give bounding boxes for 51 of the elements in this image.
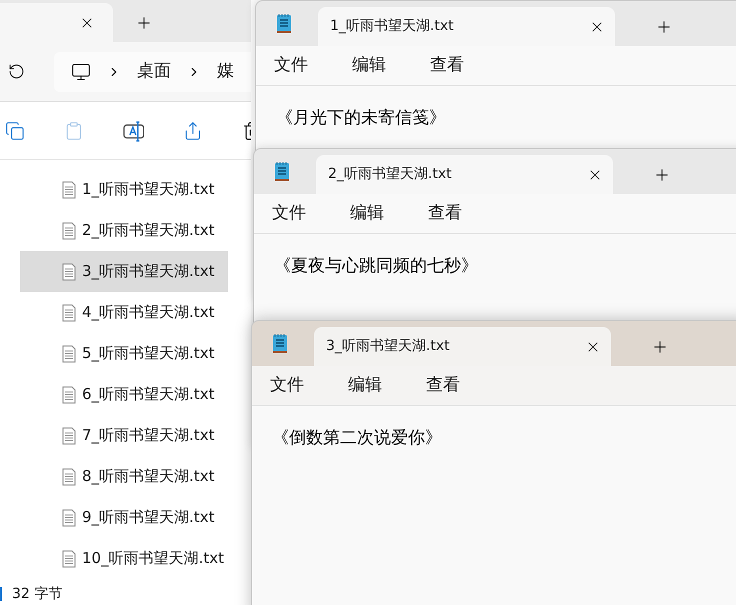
notepad-icon [276, 13, 292, 34]
text-file-icon [62, 468, 76, 486]
notepad-icon [274, 161, 290, 182]
file-item[interactable]: 8_听雨书望天湖.txt [20, 456, 228, 497]
address-bar[interactable]: 桌面 媒 [54, 52, 251, 92]
text-file-icon [62, 262, 76, 280]
file-item[interactable]: 1_听雨书望天湖.txt [20, 169, 228, 210]
breadcrumb-item[interactable]: 桌面 [137, 58, 171, 84]
file-item[interactable]: 3_听雨书望天湖.txt [20, 251, 228, 292]
share-icon[interactable] [183, 120, 203, 140]
file-item[interactable]: 2_听雨书望天湖.txt [20, 210, 228, 251]
file-item[interactable]: 9_听雨书望天湖.txt [20, 497, 228, 538]
refresh-icon[interactable] [8, 63, 25, 80]
document-tab[interactable]: 3_听雨书望天湖.txt [314, 327, 611, 366]
document-text: 《月光下的未寄信笺》 [276, 108, 446, 128]
tab-title: 2_听雨书望天湖.txt [328, 165, 452, 184]
document-text: 《倒数第二次说爱你》 [272, 428, 442, 448]
rename-icon[interactable] [122, 120, 144, 142]
breadcrumb-item[interactable]: 媒 [217, 58, 234, 84]
menu-item[interactable]: 查看 [418, 200, 472, 226]
tab-title: 3_听雨书望天湖.txt [326, 337, 450, 356]
text-file-icon [62, 344, 76, 362]
document-tab[interactable]: 1_听雨书望天湖.txt [318, 7, 615, 46]
tab-title: 1_听雨书望天湖.txt [330, 17, 454, 36]
text-file-icon [62, 222, 76, 240]
text-file-icon [62, 304, 76, 322]
text-file-icon [62, 180, 76, 198]
menu-item[interactable]: 文件 [260, 372, 314, 398]
notepad-icon [272, 333, 288, 354]
file-item[interactable]: 4_听雨书望天湖.txt [20, 292, 228, 333]
file-item[interactable]: 6_听雨书望天湖.txt [20, 374, 228, 415]
menu-item[interactable]: 文件 [264, 52, 318, 78]
menu-item[interactable]: 文件 [262, 200, 316, 226]
file-item[interactable]: 5_听雨书望天湖.txt [20, 333, 228, 374]
document-tab[interactable]: 2_听雨书望天湖.txt [316, 155, 613, 194]
menu-item[interactable]: 编辑 [342, 52, 396, 78]
document-text: 《夏夜与心跳同频的七秒》 [274, 256, 478, 276]
menu-item[interactable]: 编辑 [340, 200, 394, 226]
copy-icon[interactable] [5, 120, 25, 140]
computer-icon [71, 62, 91, 82]
text-file-icon [62, 550, 76, 568]
text-file-icon [62, 508, 76, 526]
file-item[interactable]: 10_听雨书望天湖.txt [20, 538, 228, 579]
status-text: 32 字节 [12, 586, 62, 602]
menu-item[interactable]: 编辑 [338, 372, 392, 398]
menu-item[interactable]: 查看 [416, 372, 470, 398]
menu-item[interactable]: 查看 [420, 52, 474, 78]
delete-icon[interactable] [242, 120, 251, 140]
file-item[interactable]: 7_听雨书望天湖.txt [20, 415, 228, 456]
text-file-icon [62, 426, 76, 444]
text-file-icon [62, 386, 76, 404]
